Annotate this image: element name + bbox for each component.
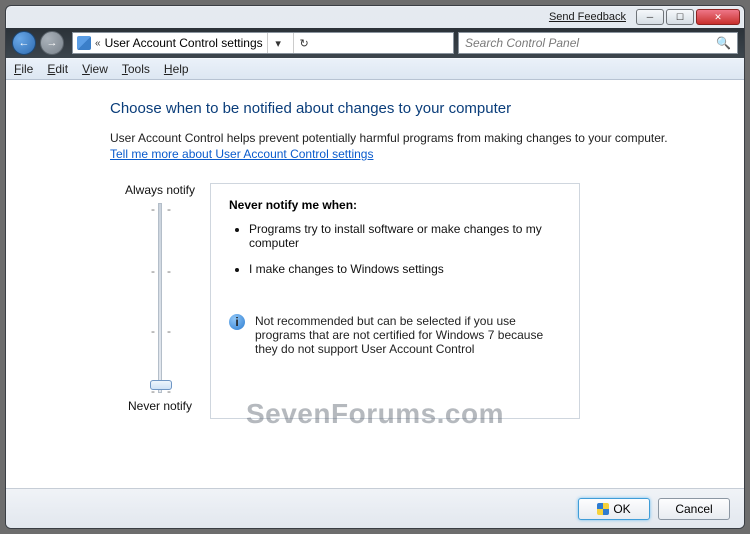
- panel-note: Not recommended but can be selected if y…: [255, 314, 561, 356]
- search-input[interactable]: Search Control Panel 🔍: [458, 32, 738, 54]
- close-button[interactable]: ✕: [696, 9, 740, 25]
- titlebar: Send Feedback ─ ☐ ✕: [6, 6, 744, 28]
- search-placeholder: Search Control Panel: [465, 36, 579, 50]
- page-title: Choose when to be notified about changes…: [110, 100, 716, 117]
- page-description: User Account Control helps prevent poten…: [110, 131, 716, 145]
- menu-help[interactable]: Help: [164, 62, 189, 76]
- panel-item: Programs try to install software or make…: [249, 222, 561, 250]
- breadcrumb-back-icon: «: [95, 38, 101, 49]
- address-bar[interactable]: « User Account Control settings ▾ ↻: [72, 32, 454, 54]
- nav-toolbar: ← → « User Account Control settings ▾ ↻ …: [6, 28, 744, 58]
- ok-button[interactable]: OK: [578, 498, 650, 520]
- forward-button[interactable]: →: [40, 31, 64, 55]
- shield-icon: [597, 503, 609, 515]
- minimize-button[interactable]: ─: [636, 9, 664, 25]
- maximize-button[interactable]: ☐: [666, 9, 694, 25]
- uac-slider[interactable]: -- -- -- --: [158, 203, 162, 393]
- send-feedback-link[interactable]: Send Feedback: [549, 11, 626, 23]
- slider-thumb[interactable]: [150, 380, 172, 390]
- control-panel-icon: [77, 36, 91, 50]
- watermark: SevenForums.com: [6, 398, 744, 430]
- help-link[interactable]: Tell me more about User Account Control …: [110, 147, 373, 161]
- address-dropdown-icon[interactable]: ▾: [267, 33, 289, 53]
- address-text: User Account Control settings: [105, 36, 263, 50]
- footer: OK Cancel: [6, 488, 744, 528]
- panel-title: Never notify me when:: [229, 198, 561, 212]
- window-frame: Send Feedback ─ ☐ ✕ ← → « User Account C…: [5, 5, 745, 529]
- description-panel: Never notify me when: Programs try to in…: [210, 183, 580, 419]
- back-button[interactable]: ←: [12, 31, 36, 55]
- info-icon: i: [229, 314, 245, 330]
- menu-file[interactable]: File: [14, 62, 33, 76]
- slider-area: Always notify -- -- -- -- Never notify: [110, 183, 210, 419]
- cancel-button[interactable]: Cancel: [658, 498, 730, 520]
- panel-item: I make changes to Windows settings: [249, 262, 561, 276]
- slider-label-top: Always notify: [110, 183, 210, 197]
- content-area: Choose when to be notified about changes…: [6, 80, 744, 488]
- search-icon: 🔍: [716, 36, 731, 50]
- menu-tools[interactable]: Tools: [122, 62, 150, 76]
- refresh-button[interactable]: ↻: [293, 33, 315, 53]
- menu-edit[interactable]: Edit: [47, 62, 68, 76]
- menu-bar: File Edit View Tools Help: [6, 58, 744, 80]
- menu-view[interactable]: View: [82, 62, 108, 76]
